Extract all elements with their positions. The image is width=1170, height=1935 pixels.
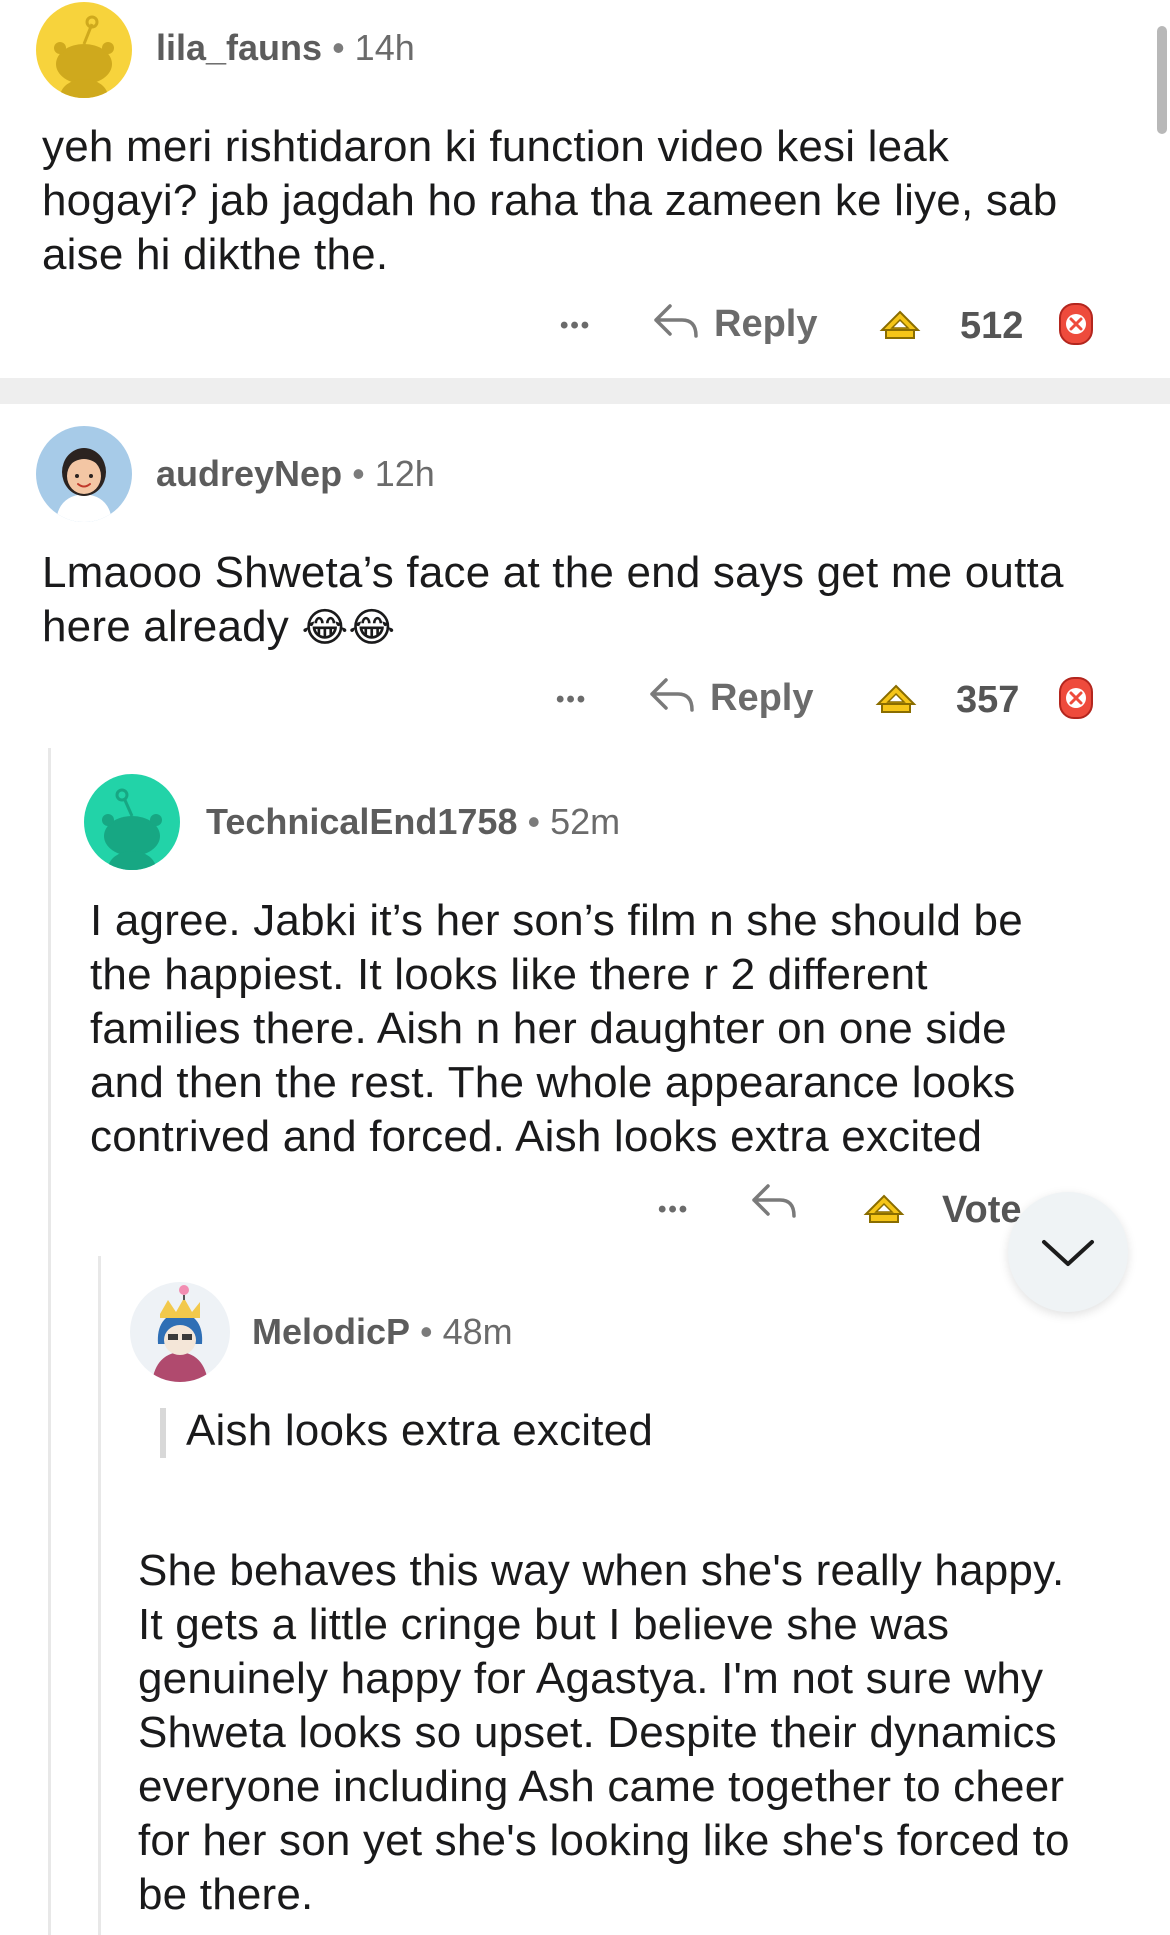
- upvote-button[interactable]: [876, 306, 924, 346]
- more-options-button[interactable]: •••: [560, 304, 591, 348]
- downvote-button[interactable]: [1056, 674, 1096, 722]
- meta-separator: •: [332, 27, 345, 68]
- jump-to-next-comment-button[interactable]: [1008, 1192, 1128, 1312]
- avatar-snoo-yellow[interactable]: [36, 2, 132, 98]
- comment-meta: MelodicP • 48m: [252, 1310, 513, 1354]
- comment-body-text: Lmaooo Shweta’s face at the end says get…: [42, 548, 1064, 651]
- upvote-award-icon: [879, 310, 921, 339]
- vote-score: 357: [956, 679, 1020, 721]
- timestamp: 48m: [442, 1311, 513, 1352]
- laughing-emoji: 😂😂: [301, 605, 396, 651]
- more-options-button[interactable]: •••: [556, 678, 587, 722]
- downvote-award-icon: [1059, 677, 1093, 719]
- upvote-button[interactable]: [872, 680, 920, 720]
- chevron-down-icon: [1042, 1240, 1094, 1266]
- comment-body: I agree. Jabki it’s her son’s film n she…: [90, 896, 1023, 1161]
- comment-body: yeh meri rishtidaron ki function video k…: [42, 122, 1058, 279]
- reply-arrow-icon: [752, 1184, 796, 1218]
- timestamp: 14h: [354, 27, 415, 68]
- reply-arrow-icon: [654, 304, 698, 338]
- upvote-button[interactable]: [860, 1190, 908, 1230]
- username[interactable]: lila_fauns: [156, 27, 322, 68]
- timestamp: 52m: [550, 801, 621, 842]
- snoo-avatar-icon: [54, 15, 114, 98]
- reply-label: Reply: [710, 677, 814, 719]
- comment-meta: TechnicalEnd1758 • 52m: [206, 800, 620, 844]
- username[interactable]: TechnicalEnd1758: [206, 801, 517, 842]
- comment-divider: [0, 378, 1170, 404]
- downvote-award-icon: [1059, 303, 1093, 345]
- quoted-text: Aish looks extra excited: [186, 1406, 654, 1455]
- quote-bar: [160, 1408, 166, 1458]
- comment-meta: lila_fauns • 14h: [156, 26, 415, 70]
- reply-arrow-icon: [650, 678, 694, 712]
- scrollbar[interactable]: [1157, 26, 1167, 134]
- meta-separator: •: [527, 801, 541, 842]
- comment-body: She behaves this way when she's really h…: [138, 1546, 1070, 1919]
- meta-separator: •: [420, 1311, 433, 1352]
- downvote-button[interactable]: [1056, 300, 1096, 348]
- upvote-award-icon: [875, 684, 917, 713]
- comment-body: Lmaooo Shweta’s face at the end says get…: [42, 546, 1132, 655]
- person-avatar-icon: [56, 448, 112, 522]
- avatar-audreynep[interactable]: [36, 426, 132, 522]
- upvote-award-icon: [863, 1194, 905, 1223]
- username[interactable]: MelodicP: [252, 1311, 410, 1352]
- vote-label: Vote: [942, 1189, 1022, 1231]
- more-options-button[interactable]: •••: [658, 1188, 689, 1232]
- reply-button[interactable]: [750, 1180, 800, 1230]
- username[interactable]: audreyNep: [156, 453, 342, 494]
- snoo-avatar-icon: [102, 788, 162, 870]
- avatar-melodicp[interactable]: [130, 1282, 230, 1382]
- avatar-snoo-teal[interactable]: [84, 774, 180, 870]
- comment-meta: audreyNep • 12h: [156, 452, 435, 496]
- thread-line[interactable]: [48, 748, 51, 1935]
- reply-label: Reply: [714, 303, 818, 345]
- timestamp: 12h: [374, 453, 435, 494]
- character-avatar-icon: [152, 1285, 208, 1382]
- thread-line[interactable]: [98, 1256, 101, 1935]
- meta-separator: •: [352, 453, 365, 494]
- vote-score: 512: [960, 305, 1024, 347]
